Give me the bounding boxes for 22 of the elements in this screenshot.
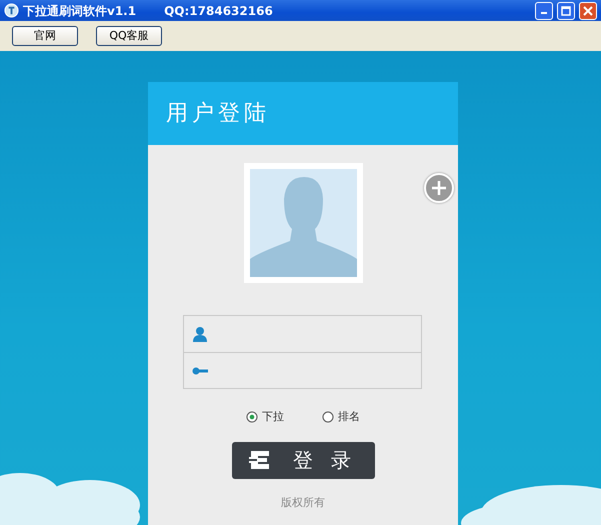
radio-label: 排名 xyxy=(338,409,360,425)
toolbar-button[interactable]: QQ客服 xyxy=(96,26,162,46)
exit-icon xyxy=(248,450,271,470)
login-button[interactable]: 登 录 xyxy=(232,442,374,478)
contact-text: QQ:1784632166 xyxy=(164,2,273,20)
close-button[interactable] xyxy=(579,2,597,20)
login-heading: 用户登陆 xyxy=(148,82,458,145)
toolbar-button[interactable]: 官网 xyxy=(12,26,78,46)
add-button[interactable] xyxy=(424,173,454,203)
window-title: 下拉通刷词软件v1.1 xyxy=(23,2,136,20)
radio-button[interactable] xyxy=(246,411,258,424)
maximize-button[interactable] xyxy=(557,2,575,20)
copyright-text: 版权所有 xyxy=(281,494,325,510)
minimize-button[interactable] xyxy=(535,2,553,20)
maximize-icon xyxy=(561,6,571,16)
radio-label: 下拉 xyxy=(262,409,284,425)
key-icon xyxy=(192,366,208,376)
app-icon xyxy=(4,3,19,18)
close-icon xyxy=(583,6,593,16)
radio-button[interactable] xyxy=(322,411,334,424)
avatar-silhouette-icon xyxy=(250,169,356,277)
user-icon xyxy=(192,326,208,342)
